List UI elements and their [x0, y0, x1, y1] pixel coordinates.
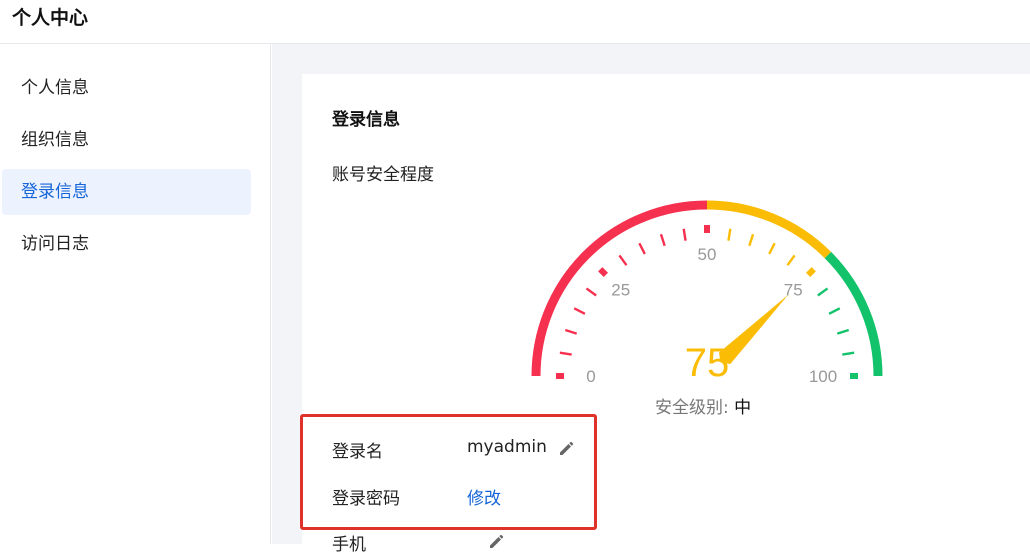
gauge-tick: [598, 267, 609, 278]
page-title: 个人中心: [12, 7, 89, 29]
section-title: 登录信息: [332, 110, 400, 130]
sidebar-item-access-log[interactable]: 访问日志: [2, 221, 251, 267]
sidebar: 个人信息 组织信息 登录信息 访问日志: [0, 44, 271, 544]
gauge-tick: [805, 267, 816, 278]
gauge-arc-high: [824, 251, 883, 377]
gauge-tick: [817, 287, 829, 297]
gauge-tick-label: 0: [586, 367, 595, 386]
gauge-tick: [682, 228, 687, 241]
pencil-icon[interactable]: [557, 440, 575, 458]
gauge-tick-label: 100: [809, 367, 837, 386]
gauge-tick: [748, 233, 755, 247]
gauge-tick-label: 50: [698, 245, 717, 264]
gauge-tick: [828, 307, 841, 315]
password-label: 登录密码: [332, 489, 400, 509]
sidebar-item-organization-info[interactable]: 组织信息: [2, 117, 251, 163]
pencil-icon[interactable]: [487, 533, 505, 551]
gauge-tick: [842, 351, 855, 356]
security-level-label: 安全级别:: [655, 398, 729, 418]
gauge-tick: [786, 254, 796, 266]
change-password-link[interactable]: 修改: [467, 484, 501, 509]
gauge-tick: [585, 287, 597, 297]
gauge-tick: [727, 228, 732, 241]
login-name-label: 登录名: [332, 442, 383, 462]
phone-label: 手机: [332, 535, 366, 555]
gauge-tick-label: 75: [784, 281, 803, 300]
gauge-tick: [836, 328, 850, 335]
gauge-arc-mid: [706, 200, 832, 259]
security-level-value: 中: [734, 398, 752, 418]
gauge-value: 75: [685, 341, 730, 385]
sidebar-item-personal-info[interactable]: 个人信息: [2, 65, 251, 111]
gauge-tick: [618, 254, 628, 266]
sidebar-item-login-info[interactable]: 登录信息: [2, 169, 251, 215]
gauge-needle: [719, 294, 789, 364]
gauge-tick: [768, 242, 776, 255]
security-level: 安全级别: 中: [655, 393, 751, 418]
gauge-tick: [564, 328, 578, 335]
login-name-value: myadmin: [467, 437, 547, 457]
gauge-tick-label: 25: [611, 281, 630, 300]
top-bar: 个人中心: [0, 0, 1030, 44]
gauge-tick: [559, 351, 572, 356]
security-title: 账号安全程度: [332, 165, 434, 185]
gauge-tick: [573, 307, 586, 315]
gauge-tick: [638, 242, 646, 255]
gauge-tick: [659, 233, 666, 247]
security-gauge: 0 25 50 75 100 75: [531, 200, 883, 386]
